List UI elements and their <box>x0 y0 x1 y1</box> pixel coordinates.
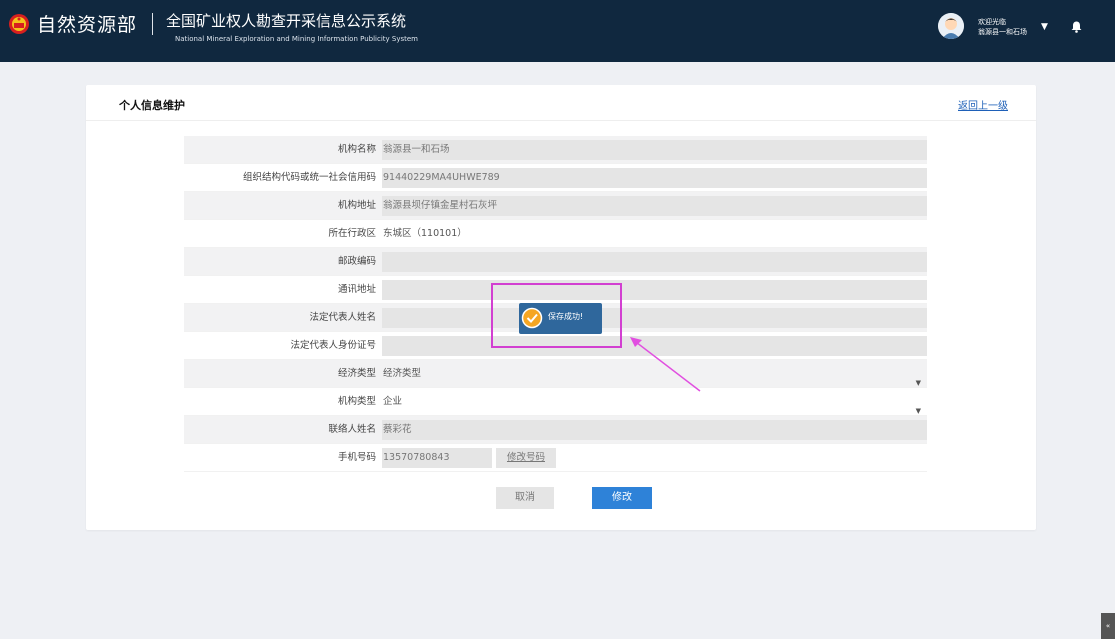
form-row-phone: 手机号码 13570780843 修改号码 <box>184 444 927 472</box>
top-header: 自然资源部 全国矿业权人勘查开采信息公示系统 National Mineral … <box>0 0 1115 62</box>
select-value: 经济类型 <box>383 368 422 379</box>
welcome-text: 欢迎光临 <box>978 18 1006 26</box>
form-row-economic-type: 经济类型 经济类型 ▼ <box>184 360 927 388</box>
field-label: 手机号码 <box>337 452 376 463</box>
legal-rep-name-input[interactable] <box>382 308 927 328</box>
back-link[interactable]: 返回上一级 <box>958 97 1008 112</box>
title-divider <box>86 120 1036 121</box>
national-emblem-icon <box>9 14 29 34</box>
success-toast: 保存成功! <box>519 303 602 334</box>
field-label: 联络人姓名 <box>328 424 376 435</box>
field-label: 法定代表人身份证号 <box>290 340 376 351</box>
field-label: 邮政编码 <box>337 256 376 267</box>
field-label: 经济类型 <box>337 368 376 379</box>
avatar[interactable] <box>938 13 964 39</box>
credit-code-field: 91440229MA4UHWE789 <box>382 168 927 188</box>
form-row-postcode: 邮政编码 <box>184 248 927 276</box>
org-name-field: 翁源县一和石场 <box>382 140 927 160</box>
system-subtitle: National Mineral Exploration and Mining … <box>175 35 418 43</box>
form-row-org-name: 机构名称 翁源县一和石场 <box>184 136 927 164</box>
arrow-annotation-icon <box>630 337 701 392</box>
page-title: 个人信息维护 <box>119 99 185 112</box>
form-row-contact-name: 联络人姓名 蔡彩花 <box>184 416 927 444</box>
bell-icon[interactable] <box>1071 21 1082 33</box>
cancel-button[interactable]: 取消 <box>496 487 554 509</box>
avatar-icon <box>938 13 964 39</box>
field-label: 机构名称 <box>337 144 376 155</box>
org-address-field: 翁源县坝仔镇金星村石灰坪 <box>382 196 927 216</box>
field-label: 机构地址 <box>337 200 376 211</box>
form-row-credit-code: 组织结构代码或统一社会信用码 91440229MA4UHWE789 <box>184 164 927 192</box>
org-type-select[interactable]: 企业 ▼ <box>382 392 927 415</box>
district-field: 东城区（110101） <box>382 224 927 244</box>
toast-message: 保存成功! <box>548 312 584 321</box>
modify-button[interactable]: 修改 <box>592 487 652 509</box>
field-label: 所在行政区 <box>328 228 376 239</box>
user-name: 翁源县一和石场 <box>978 28 1027 36</box>
select-value: 企业 <box>383 396 403 407</box>
user-menu[interactable]: 欢迎光临 翁源县一和石场 <box>978 17 1027 37</box>
system-title: 全国矿业权人勘查开采信息公示系统 <box>166 12 407 30</box>
check-circle-icon <box>521 307 543 329</box>
field-label: 法定代表人姓名 <box>309 312 376 323</box>
field-label: 通讯地址 <box>337 284 376 295</box>
form-row-org-type: 机构类型 企业 ▼ <box>184 388 927 416</box>
brand-name: 自然资源部 <box>37 14 138 36</box>
phone-field: 13570780843 <box>382 448 492 468</box>
contact-name-field: 蔡彩花 <box>382 420 927 440</box>
form-row-district: 所在行政区 东城区（110101） <box>184 220 927 248</box>
chevron-down-icon[interactable]: ▼ <box>1041 22 1048 32</box>
form-row-org-address: 机构地址 翁源县坝仔镇金星村石灰坪 <box>184 192 927 220</box>
brand-divider <box>152 13 153 35</box>
change-phone-button[interactable]: 修改号码 <box>496 448 556 468</box>
scroll-top-icon[interactable]: « <box>1101 613 1115 639</box>
field-label: 机构类型 <box>337 396 376 407</box>
mail-address-input[interactable] <box>382 280 927 300</box>
field-label: 组织结构代码或统一社会信用码 <box>242 172 376 183</box>
postcode-input[interactable] <box>382 252 927 272</box>
